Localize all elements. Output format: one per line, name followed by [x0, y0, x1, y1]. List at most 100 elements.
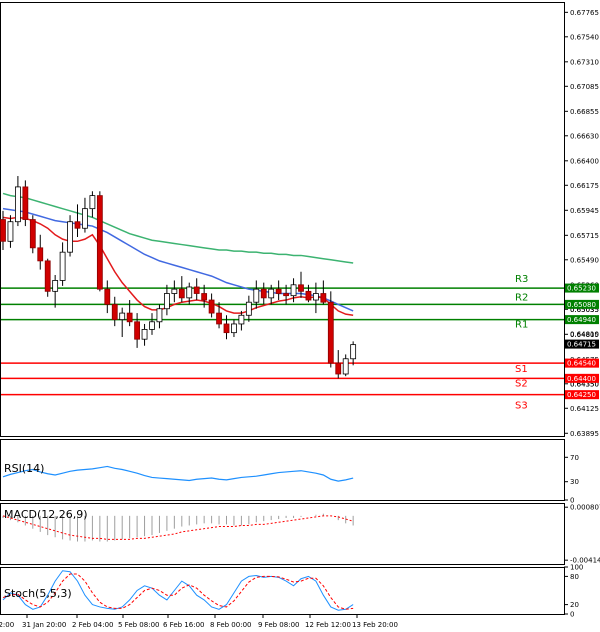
y-tick-label: 70: [570, 454, 579, 462]
candle-body: [7, 221, 14, 242]
candle-body: [231, 323, 237, 334]
panel-frame-stoch: [0, 567, 565, 615]
candle-body: [327, 301, 334, 364]
pivot-price-tag-text: 0.65230: [567, 285, 596, 293]
y-tick-label: 0.65490: [570, 256, 599, 264]
x-tick-label: 9 Feb 08:00: [258, 621, 299, 629]
candle: [22, 180, 29, 227]
candle: [67, 215, 73, 257]
candle-body: [104, 288, 111, 305]
candle-body: [82, 208, 88, 229]
candle-body: [111, 303, 118, 321]
pivot-price-tag-text: 0.64940: [567, 316, 596, 324]
x-tick-label: 6 Feb 16:00: [163, 621, 204, 629]
x-tick-label: 5 Feb 08:00: [118, 621, 159, 629]
pivot-price-tag-text: 0.65080: [567, 301, 596, 309]
candle-body: [335, 362, 342, 375]
candle-body: [305, 290, 312, 301]
candle-body: [141, 329, 148, 340]
y-tick-label: 0.64125: [570, 405, 599, 413]
pivot-level-label: R2: [515, 292, 528, 303]
candle-body: [193, 286, 200, 294]
candle-body: [126, 312, 133, 323]
candle-body: [320, 293, 327, 303]
candle-body: [208, 299, 215, 314]
candle: [29, 215, 36, 254]
candle-body: [119, 312, 126, 321]
y-tick-label: 0.64810: [570, 330, 599, 338]
y-tick-label: 0.63895: [570, 430, 599, 438]
macd-title: MACD(12,26,9): [4, 508, 88, 521]
y-tick-label: 0.67310: [570, 58, 599, 66]
candle-body: [268, 288, 275, 299]
candle: [44, 258, 51, 297]
candle-body: [156, 308, 163, 323]
y-tick-label: 0.66630: [570, 132, 599, 140]
candle-body: [290, 284, 297, 297]
candle-body: [74, 221, 81, 229]
y-tick-label: 0.67540: [570, 33, 599, 41]
y-tick-label: 100: [570, 564, 583, 572]
y-tick-label: 80: [570, 573, 579, 581]
y-tick-label: 0.67085: [570, 83, 599, 91]
candle-body: [216, 312, 222, 325]
candle-body: [67, 221, 73, 253]
candle-body: [22, 186, 29, 220]
candle-body: [201, 293, 208, 301]
candle-body: [238, 314, 245, 325]
candle-body: [37, 247, 44, 262]
candle-body: [59, 251, 66, 281]
y-tick-label: 0: [570, 611, 574, 619]
candle-body: [245, 301, 252, 316]
pivot-level-label: S1: [515, 364, 528, 375]
y-tick-label: 0.66855: [570, 108, 599, 116]
y-tick-label: 0.000807: [570, 504, 600, 512]
candle-body: [186, 286, 193, 299]
x-tick-label: 12 Feb 12:00: [305, 621, 351, 629]
y-tick-label: 0.66175: [570, 182, 599, 190]
y-tick-label: 0.67765: [570, 9, 599, 17]
candle-body: [134, 321, 141, 340]
candle-body: [14, 186, 21, 223]
pivot-level-label: R1: [515, 320, 528, 331]
pivot-level-label: R3: [515, 274, 528, 285]
x-tick-label: 13 Feb 20:00: [352, 621, 398, 629]
pivot-price-tag-text: 0.64400: [567, 375, 596, 383]
x-tick-label: 8 Feb 00:00: [210, 621, 251, 629]
current-price-tag-text: 0.64715: [567, 341, 596, 349]
x-tick-label: 2 Feb 04:00: [72, 621, 113, 629]
candle-body: [44, 260, 51, 292]
candle-body: [283, 293, 290, 297]
x-tick-label: 31 Jan 20:00: [22, 621, 66, 629]
candle-body: [298, 284, 304, 292]
candle-body: [253, 288, 260, 303]
candle-body: [96, 195, 103, 290]
pivot-price-tag-text: 0.64540: [567, 360, 596, 368]
rsi-title: RSI(14): [4, 462, 44, 475]
trading-chart: 0.67765 0.67540 0.67310 0.67085 0.66855 0.666…: [0, 2, 600, 629]
candle-body: [0, 219, 6, 242]
y-tick-label: 0.66400: [570, 157, 599, 165]
y-tick-label: 20: [570, 601, 579, 609]
candle-body: [171, 288, 178, 294]
y-tick-label: 0.65715: [570, 232, 599, 240]
candle-body: [342, 358, 349, 375]
y-tick-label: 0.65945: [570, 207, 599, 215]
candle-body: [260, 288, 267, 299]
stoch-title: Stoch(5,5,3): [4, 587, 72, 600]
pivot-level-label: S3: [515, 401, 528, 412]
candle-body: [29, 219, 36, 249]
candle-body: [275, 288, 282, 294]
candle-body: [52, 280, 59, 292]
candle: [327, 291, 334, 368]
pivot-price-tag-text: 0.64250: [567, 391, 596, 399]
candle-body: [89, 195, 96, 210]
candle-body: [163, 293, 170, 310]
y-tick-label: 30: [570, 478, 579, 486]
candle-body: [149, 321, 155, 330]
candle-body: [223, 323, 230, 334]
candle-body: [350, 344, 357, 360]
candle: [96, 191, 103, 292]
candle-body: [178, 288, 185, 299]
pivot-level-label: S2: [515, 378, 528, 389]
